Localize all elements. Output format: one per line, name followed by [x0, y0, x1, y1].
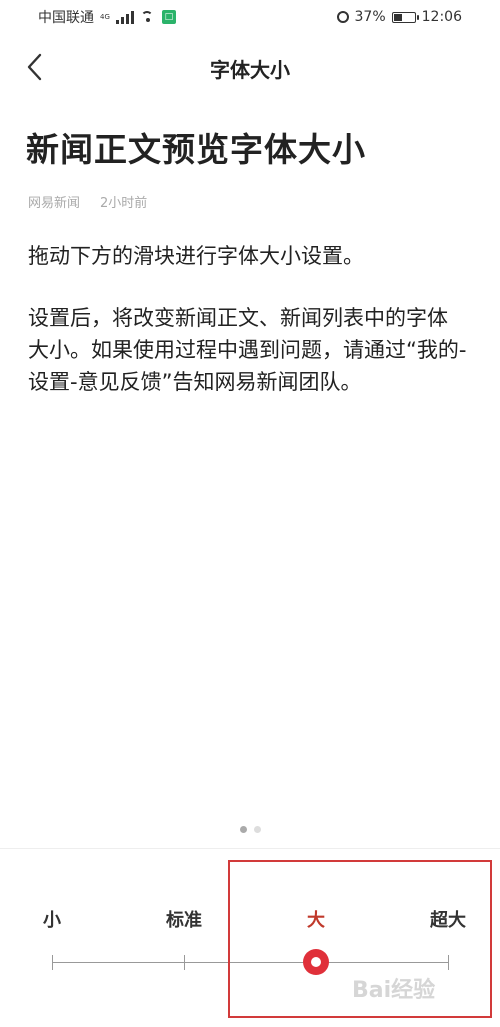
page-dot — [253, 826, 261, 833]
carrier-name: 中国联通 — [38, 10, 94, 26]
watermark-logo: Bai经验 — [352, 978, 436, 1003]
page-title: 字体大小 — [210, 58, 290, 82]
slider-tick — [184, 955, 185, 970]
battery-percent: 37% — [354, 9, 386, 25]
preview-source: 网易新闻 — [28, 196, 81, 211]
network-type: 4G — [100, 12, 110, 21]
preview-paragraph: 设置后，将改变新闻正文、新闻列表中的字体大小。如果使用过程中遇到问题，请通过“我… — [28, 306, 467, 394]
title-bar: 字体大小 — [0, 34, 500, 100]
page-dot-active — [239, 826, 247, 833]
page-indicator — [0, 826, 500, 833]
wifi-icon — [140, 11, 156, 23]
app-notification-icon: □ — [161, 10, 176, 24]
preview-body: 拖动下方的滑块进行字体大小设置。 设置后，将改变新闻正文、新闻列表中的字体大小。… — [28, 240, 468, 428]
divider — [0, 848, 500, 849]
preview-meta: 网易新闻 2小时前 — [28, 192, 147, 211]
battery-icon — [391, 11, 419, 23]
preview-time: 2小时前 — [100, 196, 148, 211]
status-right: 37% 12:06 — [336, 9, 462, 25]
alarm-icon — [336, 11, 349, 23]
size-label-small[interactable]: 小 — [43, 906, 61, 932]
clock: 12:06 — [421, 9, 462, 25]
preview-paragraph: 拖动下方的滑块进行字体大小设置。 — [28, 244, 364, 268]
status-left: 中国联通 4G □ — [38, 7, 176, 27]
preview-headline: 新闻正文预览字体大小 — [26, 130, 366, 169]
size-label-standard[interactable]: 标准 — [166, 906, 202, 932]
signal-icon — [115, 10, 134, 24]
status-bar: 中国联通 4G □ 37% 12:06 — [0, 0, 500, 34]
slider-tick — [52, 955, 53, 970]
